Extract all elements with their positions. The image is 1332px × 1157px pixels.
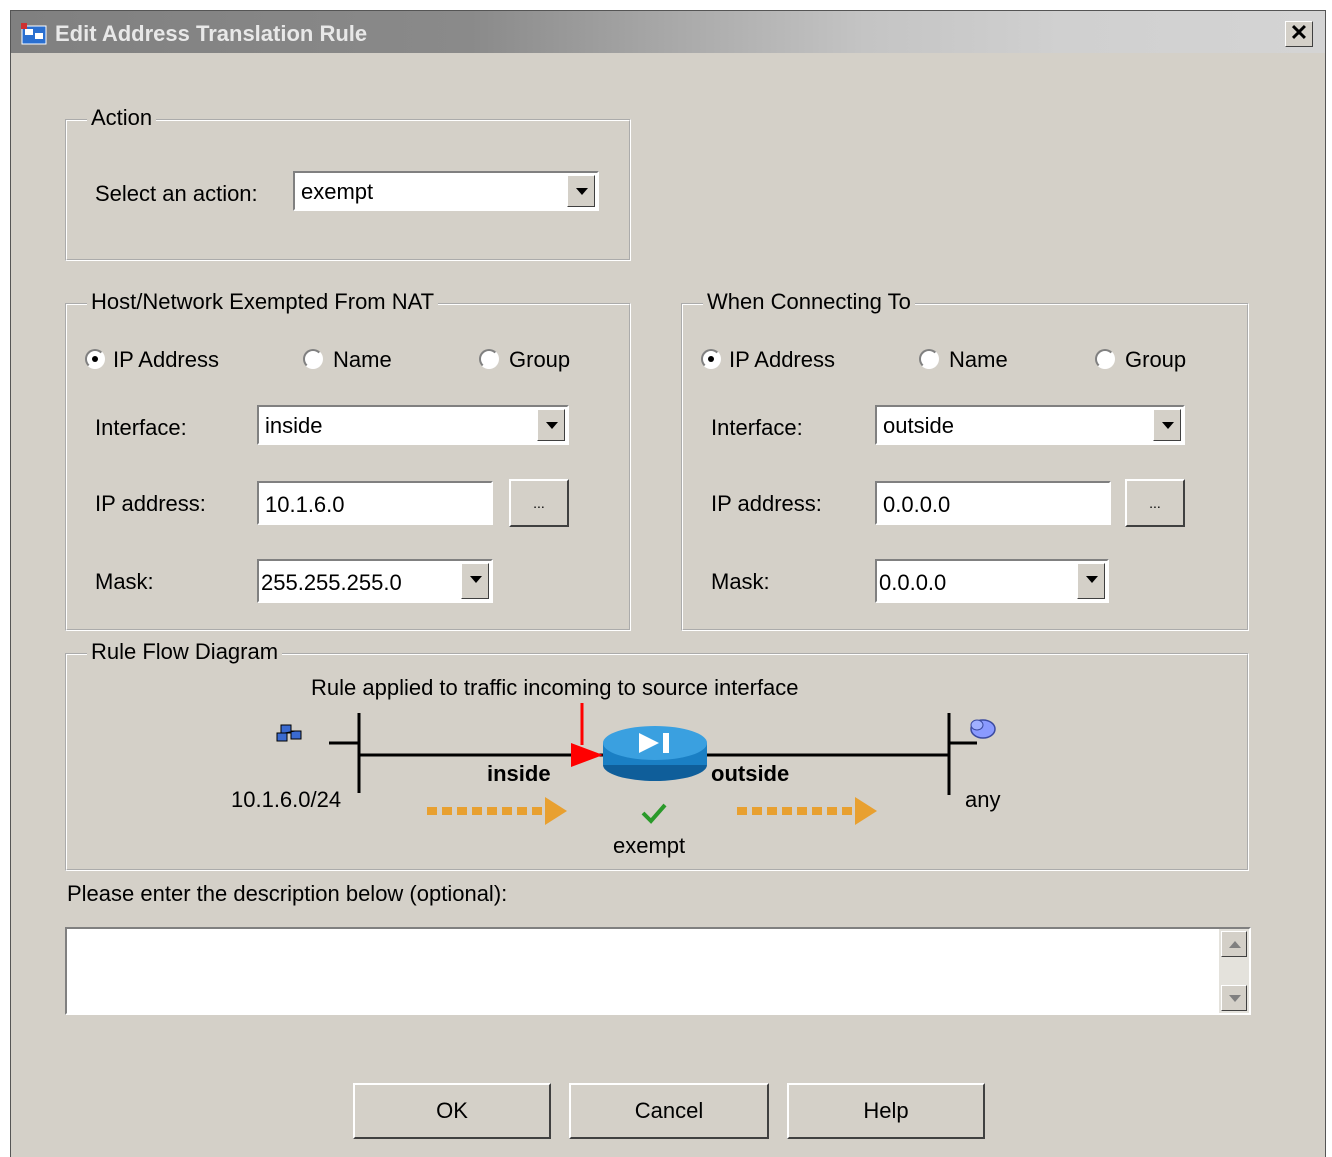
- destination-interface-value: outside: [883, 413, 954, 438]
- source-radio-group-label: Group: [509, 347, 571, 372]
- check-icon: [641, 803, 667, 824]
- source-browse-button[interactable]: ...: [509, 479, 569, 527]
- vertical-scrollbar[interactable]: [1219, 929, 1249, 1013]
- chevron-down-icon[interactable]: [1153, 409, 1181, 441]
- source-radio-ip-label: IP Address: [113, 347, 219, 372]
- destination-ip-label: IP address:: [711, 491, 822, 516]
- source-radio-group[interactable]: [479, 349, 499, 369]
- router-icon: [603, 726, 707, 781]
- source-ip-label: IP address:: [95, 491, 206, 516]
- destination-radio-name[interactable]: [919, 349, 939, 369]
- ok-button[interactable]: OK: [353, 1083, 551, 1139]
- select-action-label: Select an action:: [95, 181, 258, 206]
- app-icon: [21, 23, 47, 45]
- scroll-down-icon[interactable]: [1221, 985, 1247, 1011]
- destination-group: When Connecting To IP Address Name Group…: [681, 289, 1249, 631]
- destination-browse-button[interactable]: ...: [1125, 479, 1185, 527]
- source-interface-value: inside: [265, 413, 323, 438]
- destination-radio-ip-label: IP Address: [729, 347, 835, 372]
- close-icon: ✕: [1289, 20, 1309, 45]
- help-button[interactable]: Help: [787, 1083, 985, 1139]
- destination-mask-value: 0.0.0.0: [879, 570, 947, 595]
- inside-label: inside: [487, 761, 551, 786]
- destination-radio-ip-address[interactable]: [701, 349, 721, 369]
- destination-legend: When Connecting To: [703, 289, 915, 315]
- action-group: Action Select an action: exempt: [65, 105, 631, 261]
- source-radio-name[interactable]: [303, 349, 323, 369]
- destination-radio-name-label: Name: [949, 347, 1008, 372]
- action-select[interactable]: exempt: [293, 171, 599, 211]
- source-radio-ip-address[interactable]: [85, 349, 105, 369]
- source-ip-value: 10.1.6.0: [265, 492, 345, 517]
- dialog-window: Edit Address Translation Rule ✕ Action S…: [10, 10, 1326, 1157]
- destination-mask-select[interactable]: 0.0.0.0: [875, 559, 1109, 603]
- source-network-label: 10.1.6.0/24: [231, 787, 342, 812]
- source-legend: Host/Network Exempted From NAT: [87, 289, 439, 315]
- window-title: Edit Address Translation Rule: [55, 21, 368, 46]
- browse-label: ...: [533, 495, 545, 511]
- source-group: Host/Network Exempted From NAT IP Addres…: [65, 289, 631, 631]
- destination-network-label: any: [965, 787, 1001, 812]
- cancel-label: Cancel: [634, 1098, 704, 1123]
- source-radio-name-label: Name: [333, 347, 392, 372]
- ok-label: OK: [436, 1098, 468, 1123]
- flow-arrowhead-right: [855, 797, 877, 825]
- destination-ip-value: 0.0.0.0: [883, 492, 951, 517]
- close-button[interactable]: ✕: [1285, 21, 1313, 47]
- action-legend: Action: [87, 105, 157, 131]
- cancel-button[interactable]: Cancel: [569, 1083, 769, 1139]
- destination-interface-select[interactable]: outside: [875, 405, 1185, 445]
- source-interface-select[interactable]: inside: [257, 405, 569, 445]
- action-select-value: exempt: [301, 179, 374, 204]
- outside-label: outside: [711, 761, 790, 786]
- cloud-icon: [970, 719, 996, 739]
- destination-mask-label: Mask:: [711, 569, 770, 594]
- source-mask-label: Mask:: [95, 569, 154, 594]
- chevron-down-icon[interactable]: [1077, 563, 1105, 599]
- rule-flow-diagram-group: Rule Flow Diagram Rule applied to traffi…: [65, 639, 1249, 871]
- chevron-down-icon[interactable]: [537, 409, 565, 441]
- flow-arrowhead-left: [545, 797, 567, 825]
- source-ip-input[interactable]: 10.1.6.0: [257, 481, 493, 525]
- chevron-down-icon[interactable]: [461, 563, 489, 599]
- destination-radio-group[interactable]: [1095, 349, 1115, 369]
- destination-radio-group-label: Group: [1125, 347, 1187, 372]
- description-textarea[interactable]: [65, 927, 1251, 1015]
- scroll-up-icon[interactable]: [1221, 931, 1247, 957]
- source-mask-select[interactable]: 255.255.255.0: [257, 559, 493, 603]
- help-label: Help: [863, 1098, 909, 1123]
- destination-ip-input[interactable]: 0.0.0.0: [875, 481, 1111, 525]
- source-mask-value: 255.255.255.0: [261, 570, 402, 595]
- destination-interface-label: Interface:: [711, 415, 803, 440]
- source-interface-label: Interface:: [95, 415, 187, 440]
- action-result-label: exempt: [613, 833, 686, 858]
- browse-label: ...: [1149, 495, 1161, 511]
- description-label: Please enter the description below (opti…: [67, 881, 508, 906]
- chevron-down-icon[interactable]: [567, 175, 595, 207]
- network-icon: [276, 724, 302, 742]
- pointer-arrow: [571, 743, 603, 767]
- title-bar[interactable]: Edit Address Translation Rule ✕: [11, 11, 1325, 53]
